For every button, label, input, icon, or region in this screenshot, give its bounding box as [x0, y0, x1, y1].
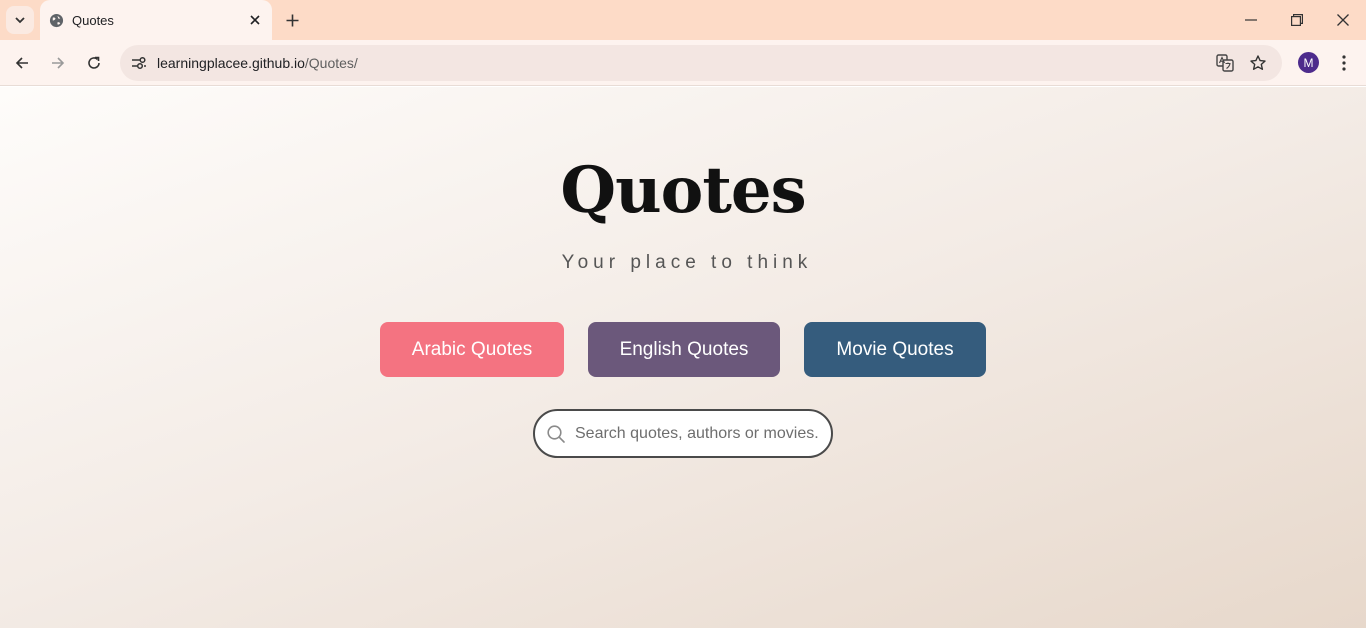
address-bar[interactable]: learningplacee.github.io/Quotes/ — [120, 45, 1282, 81]
site-info-button[interactable] — [128, 52, 150, 74]
browser-menu-button[interactable] — [1332, 49, 1356, 77]
page-content: Quotes Your place to think Arabic Quotes… — [0, 87, 1366, 628]
tab-close-button[interactable] — [246, 11, 264, 29]
minimize-icon — [1245, 19, 1257, 21]
english-quotes-button[interactable]: English Quotes — [588, 322, 780, 377]
url-path: /Quotes/ — [304, 55, 358, 71]
search-icon — [547, 425, 565, 443]
new-tab-button[interactable] — [280, 6, 304, 34]
back-button[interactable] — [8, 49, 36, 77]
minimize-button[interactable] — [1228, 0, 1274, 40]
close-window-icon — [1337, 14, 1349, 26]
translate-button[interactable] — [1214, 52, 1236, 74]
globe-icon — [49, 13, 64, 28]
tab-search-button[interactable] — [6, 6, 34, 34]
star-icon — [1250, 55, 1266, 70]
search-box[interactable] — [533, 409, 833, 458]
forward-icon — [52, 57, 65, 69]
browser-toolbar: learningplacee.github.io/Quotes/ M — [0, 40, 1366, 86]
tab-title: Quotes — [72, 13, 114, 28]
back-icon — [15, 57, 28, 69]
profile-avatar[interactable]: M — [1298, 52, 1319, 73]
kebab-menu-icon — [1342, 55, 1346, 71]
browser-tab[interactable]: Quotes — [40, 0, 272, 40]
restore-icon — [1291, 14, 1303, 26]
bookmark-button[interactable] — [1247, 52, 1269, 74]
url-text[interactable]: learningplacee.github.io/Quotes/ — [157, 55, 358, 71]
site-info-icon — [132, 56, 146, 70]
reload-button[interactable] — [80, 49, 108, 77]
page-subtitle: Your place to think — [561, 252, 813, 273]
reload-icon — [88, 56, 100, 69]
arabic-quotes-button[interactable]: Arabic Quotes — [380, 322, 564, 377]
movie-quotes-button[interactable]: Movie Quotes — [804, 322, 986, 377]
tab-search-icon — [15, 17, 25, 24]
close-icon — [250, 15, 260, 25]
search-input[interactable] — [575, 421, 823, 447]
forward-button[interactable] — [44, 49, 72, 77]
tab-strip: Quotes — [0, 0, 1366, 40]
url-domain: learningplacee.github.io — [157, 55, 305, 71]
restore-button[interactable] — [1274, 0, 1320, 40]
close-window-button[interactable] — [1320, 0, 1366, 40]
page-title: Quotes — [560, 153, 806, 228]
plus-icon — [286, 14, 298, 26]
translate-icon — [1216, 54, 1234, 72]
